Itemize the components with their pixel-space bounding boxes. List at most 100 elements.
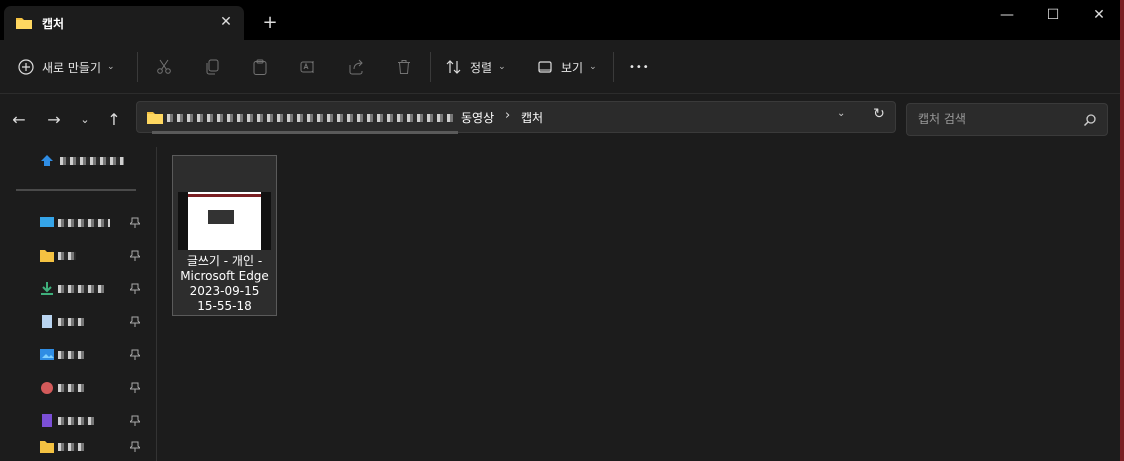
film-strip-left [178,192,188,250]
plus-circle-icon [18,59,34,75]
pin-icon [130,382,140,393]
recent-locations-chevron-icon[interactable]: ⌄ [73,108,97,132]
share-icon [349,59,363,75]
search-icon [1083,114,1096,127]
breadcrumb-videos[interactable]: 동영상 [461,109,494,126]
pin-icon [130,441,140,452]
pin-icon [130,250,140,261]
close-button[interactable]: ✕ [1076,0,1122,30]
search-box[interactable] [906,103,1108,136]
copy-button[interactable] [204,53,220,81]
sidebar-item[interactable] [38,312,148,332]
sidebar-item[interactable] [38,411,148,431]
redacted-label [58,443,84,451]
up-arrow-icon[interactable]: ↑ [102,108,126,132]
folder-icon [40,250,54,262]
tab-close-icon[interactable]: ✕ [216,12,236,32]
sidebar-item-home[interactable] [38,151,148,171]
folder-icon [40,441,54,453]
forward-arrow-icon[interactable]: → [42,108,66,132]
file-name: 글쓰기 - 개인 - Microsoft Edge 2023-09-15 15-… [180,254,269,313]
more-options-button[interactable]: ••• [629,53,650,81]
back-arrow-icon[interactable]: ← [7,108,31,132]
sidebar-divider [16,189,136,191]
title-bar: 캡처 ✕ + — ☐ ✕ [0,0,1124,40]
navigation-pane [0,147,156,461]
window-edge [1120,0,1124,461]
sort-icon [446,60,461,74]
thumbnail-header [188,194,261,197]
redacted-label [58,219,110,227]
refresh-icon[interactable]: ↻ [869,106,889,126]
film-strip-right [261,192,271,250]
search-input[interactable] [918,112,1068,126]
redacted-label [58,285,104,293]
file-item[interactable]: 글쓰기 - 개인 - Microsoft Edge 2023-09-15 15-… [172,155,277,316]
sidebar-item[interactable] [38,213,148,233]
redacted-label [58,351,84,359]
rename-button[interactable] [300,53,316,81]
pin-icon [130,349,140,360]
trash-icon [398,60,410,74]
command-bar: 새로 만들기 ⌄ 정렬 ⌄ 보기 ⌄ ••• [0,40,1120,94]
pin-icon [130,283,140,294]
pin-icon [130,217,140,228]
address-focus-underline [152,131,458,134]
download-icon [41,282,53,295]
videos-icon [42,414,52,427]
minimize-button[interactable]: — [984,0,1030,30]
redacted-label [60,157,124,165]
new-tab-button[interactable]: + [258,12,282,36]
tab-capture[interactable]: 캡처 ✕ [4,6,244,40]
desktop-icon [40,217,54,227]
sidebar-item[interactable] [38,279,148,299]
cut-button[interactable] [156,53,172,81]
scissors-icon [157,59,171,74]
pictures-icon [40,349,54,360]
redacted-label [58,252,76,260]
redacted-path [167,114,457,122]
redacted-label [58,417,94,425]
redacted-label [58,384,84,392]
view-icon [538,61,552,73]
maximize-button[interactable]: ☐ [1030,0,1076,30]
redacted-label [58,318,84,326]
sidebar-item[interactable] [38,246,148,266]
toolbar-divider [613,52,614,82]
sidebar-item[interactable] [38,345,148,365]
toolbar-divider [430,52,431,82]
video-thumbnail [178,192,271,250]
pin-icon [130,415,140,426]
paste-button[interactable] [252,53,268,81]
pin-icon [130,316,140,327]
document-icon [42,315,52,328]
address-row: ← → ⌄ ↑ 동영상 › 캡처 ⌄ ↻ [0,95,1120,147]
address-bar[interactable]: 동영상 › 캡처 ⌄ ↻ [136,101,896,133]
sort-label: 정렬 [470,60,493,75]
chevron-down-icon: ⌄ [498,62,506,72]
pane-splitter[interactable] [156,147,157,461]
sidebar-item[interactable] [38,437,148,457]
sidebar-item[interactable] [38,378,148,398]
copy-icon [206,59,219,75]
chevron-down-icon: ⌄ [107,62,115,72]
thumbnail-content [208,210,234,224]
breadcrumb-chevron-icon: › [505,108,511,123]
sort-button[interactable]: 정렬 ⌄ [446,53,506,81]
folder-icon [16,18,32,29]
view-button[interactable]: 보기 ⌄ [537,53,597,81]
clipboard-icon [253,59,267,75]
music-icon [41,382,53,394]
address-history-chevron-icon[interactable]: ⌄ [837,108,845,119]
share-button[interactable] [348,53,364,81]
breadcrumb-capture[interactable]: 캡처 [521,109,543,126]
tab-title: 캡처 [42,17,65,31]
new-button-label: 새로 만들기 [42,60,102,75]
delete-button[interactable] [396,53,412,81]
chevron-down-icon: ⌄ [589,62,597,72]
rename-icon [300,61,314,73]
home-icon [41,155,53,166]
toolbar-divider [137,52,138,82]
new-button[interactable]: 새로 만들기 ⌄ [18,53,115,81]
view-label: 보기 [561,60,584,75]
